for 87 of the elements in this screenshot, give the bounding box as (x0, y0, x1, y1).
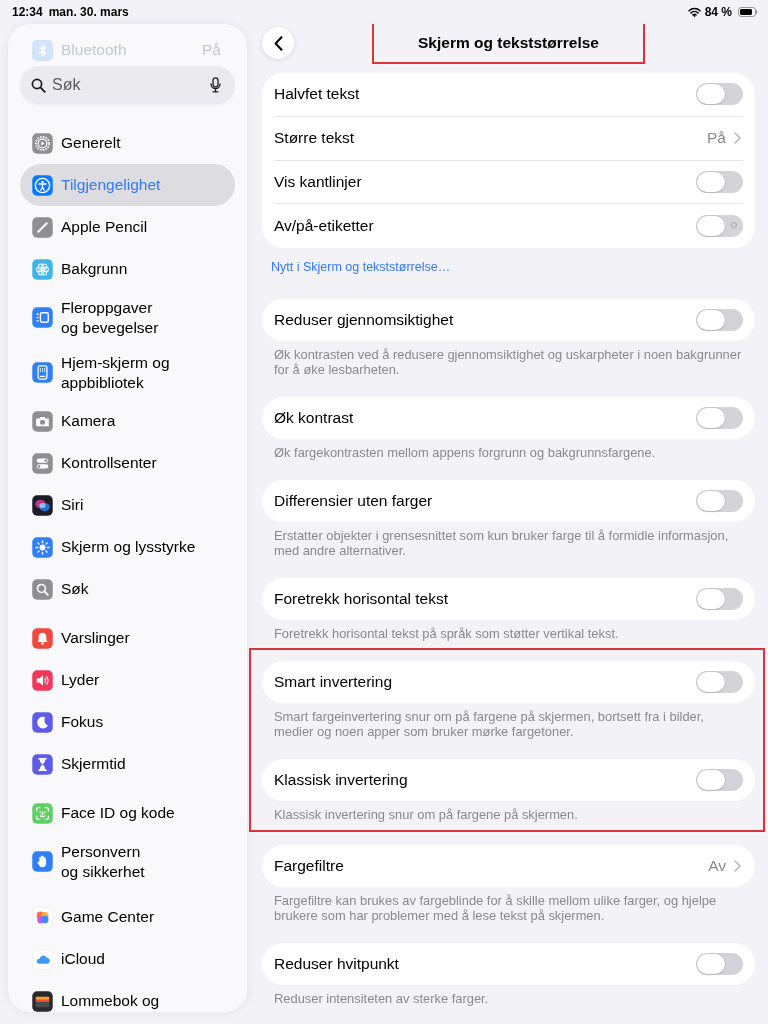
sidebar-item[interactable]: Hjem-skjerm og appbibliotek (20, 345, 235, 400)
search-icon (32, 578, 53, 600)
wallet-icon (32, 990, 53, 1012)
status-date: man. 30. mars (48, 5, 129, 19)
link[interactable]: Nytt i Skjerm og tekststørrelse… (271, 260, 451, 274)
sidebar-item[interactable]: Personvern og sikkerhet (20, 834, 235, 889)
battery-percentage: 84 % (704, 5, 732, 19)
bubbles-icon (32, 906, 53, 928)
toggle-switch[interactable] (696, 407, 743, 429)
footnote-text: Øk kontrasten ved å redusere gjennomsiktighet og uskarpheter i noen bakgrunner for å øke lesbarheten. (273, 346, 743, 377)
speaker-icon (32, 669, 53, 691)
setting-label: Fargefiltre (274, 857, 345, 875)
footnote-text: Foretrekk horisontal tekst på språk som støtter vertikal tekst. (273, 625, 620, 641)
toggle-switch[interactable] (696, 215, 743, 238)
sidebar-item[interactable]: Bakgrunn (20, 248, 235, 290)
sidebar-item[interactable]: Varslinger (20, 617, 235, 659)
setting-value: På (707, 129, 726, 148)
chevron-right-icon (734, 860, 741, 872)
toggle-switch[interactable] (696, 83, 743, 106)
sidebar-item[interactable]: Kamera (20, 400, 235, 442)
sidebar-item[interactable]: Apple Pencil (20, 206, 235, 248)
hourglass-icon (32, 753, 53, 775)
pencil-icon (32, 216, 53, 238)
toggle-switch[interactable] (696, 769, 743, 791)
search-icon (31, 77, 46, 93)
search-input[interactable]: Søk (52, 74, 204, 96)
setting-label: Foretrekk horisontal tekst (274, 590, 449, 608)
sidebar-item[interactable]: Skjermtid (20, 743, 235, 785)
gear-icon (32, 132, 53, 154)
cloud-icon (32, 948, 53, 970)
setting-label: Differensier uten farger (274, 492, 434, 510)
setting-label: Reduser gjennomsiktighet (274, 311, 455, 329)
status-time: 12:34 (12, 5, 43, 19)
sidebar-item[interactable]: Lommebok og (20, 980, 235, 1012)
battery-icon (738, 7, 758, 17)
switches-icon (32, 452, 53, 474)
sidebar-item[interactable]: Søk (20, 568, 235, 610)
setting-label: Av/på-etiketter (274, 217, 375, 236)
sidebar-item[interactable]: iCloud (20, 938, 235, 980)
sidebar-item[interactable]: Face ID og kode (20, 792, 235, 834)
windows-icon (32, 307, 53, 328)
sidebar-item[interactable]: Siri (20, 484, 235, 526)
setting-label: Halvfet tekst (274, 85, 361, 104)
face-scan-icon (32, 802, 53, 824)
chevron-left-icon (273, 35, 283, 51)
footnote-text: Fargefiltre kan brukes av fargeblinde for å skille mellom ulike farger, og hjelpe brukere som har problemer med å lese tekst på skjermen. (273, 892, 718, 923)
sidebar-item[interactable]: Skjerm og lysstyrke (20, 526, 235, 568)
setting-label: Reduser hvitpunkt (274, 955, 400, 973)
search-field[interactable]: Søk (20, 66, 235, 104)
toggle-switch[interactable] (696, 309, 743, 331)
setting-label: Vis kantlinjer (274, 172, 363, 191)
sidebar-item[interactable]: Generelt (20, 122, 235, 164)
sidebar-item[interactable]: Fokus (20, 701, 235, 743)
camera-icon (32, 410, 53, 432)
footnote-text: Smart fargeinvertering snur om på fargene på skjermen, bortsett fra i bilder, medier og noen apper som bruker mørke fargetoner. (273, 708, 705, 739)
sidebar-item[interactable]: Lyder (20, 659, 235, 701)
setting-value: Av (708, 857, 726, 875)
footnote-text: Øk fargekontrasten mellom appens forgrunn og bakgrunnsfargene. (273, 444, 657, 460)
footnote-text: Erstatter objekter i grensesnittet som kun bruker farge til å formidle informasjon, med andre alternativer. (273, 527, 730, 558)
toggle-switch[interactable] (696, 671, 743, 693)
bell-icon (32, 627, 53, 649)
setting-label: Klassisk invertering (274, 771, 409, 789)
sun-icon (32, 536, 53, 558)
microphone-icon (210, 77, 221, 93)
toggle-switch[interactable] (696, 170, 743, 193)
wifi-icon (687, 7, 701, 17)
phone-grid-icon (32, 362, 53, 383)
screen-title: Skjerm og tekststørrelse (418, 34, 599, 52)
toggle-switch[interactable] (696, 588, 743, 610)
orb-icon (32, 494, 53, 516)
accessibility-icon (32, 174, 53, 196)
moon-icon (32, 711, 53, 733)
sidebar-item[interactable]: Kontrollsenter (20, 442, 235, 484)
sidebar-item[interactable]: Fleroppgaver og bevegelser (20, 290, 235, 345)
bluetooth-icon (32, 39, 53, 61)
footnote-text: Klassisk invertering snur om på fargene på skjermen. (273, 806, 579, 822)
footnote-text: Reduser intensiteten av sterke farger. (273, 990, 490, 1006)
toggle-switch[interactable] (696, 953, 743, 975)
hand-icon (32, 851, 53, 872)
setting-label: Øk kontrast (274, 409, 355, 427)
back-button[interactable] (262, 27, 294, 59)
setting-label: Større tekst (274, 129, 356, 148)
flower-icon (32, 258, 53, 280)
setting-label: Smart invertering (274, 673, 393, 691)
sidebar-item[interactable]: Game Center (20, 896, 235, 938)
chevron-right-icon (734, 132, 741, 145)
toggle-switch[interactable] (696, 490, 743, 512)
